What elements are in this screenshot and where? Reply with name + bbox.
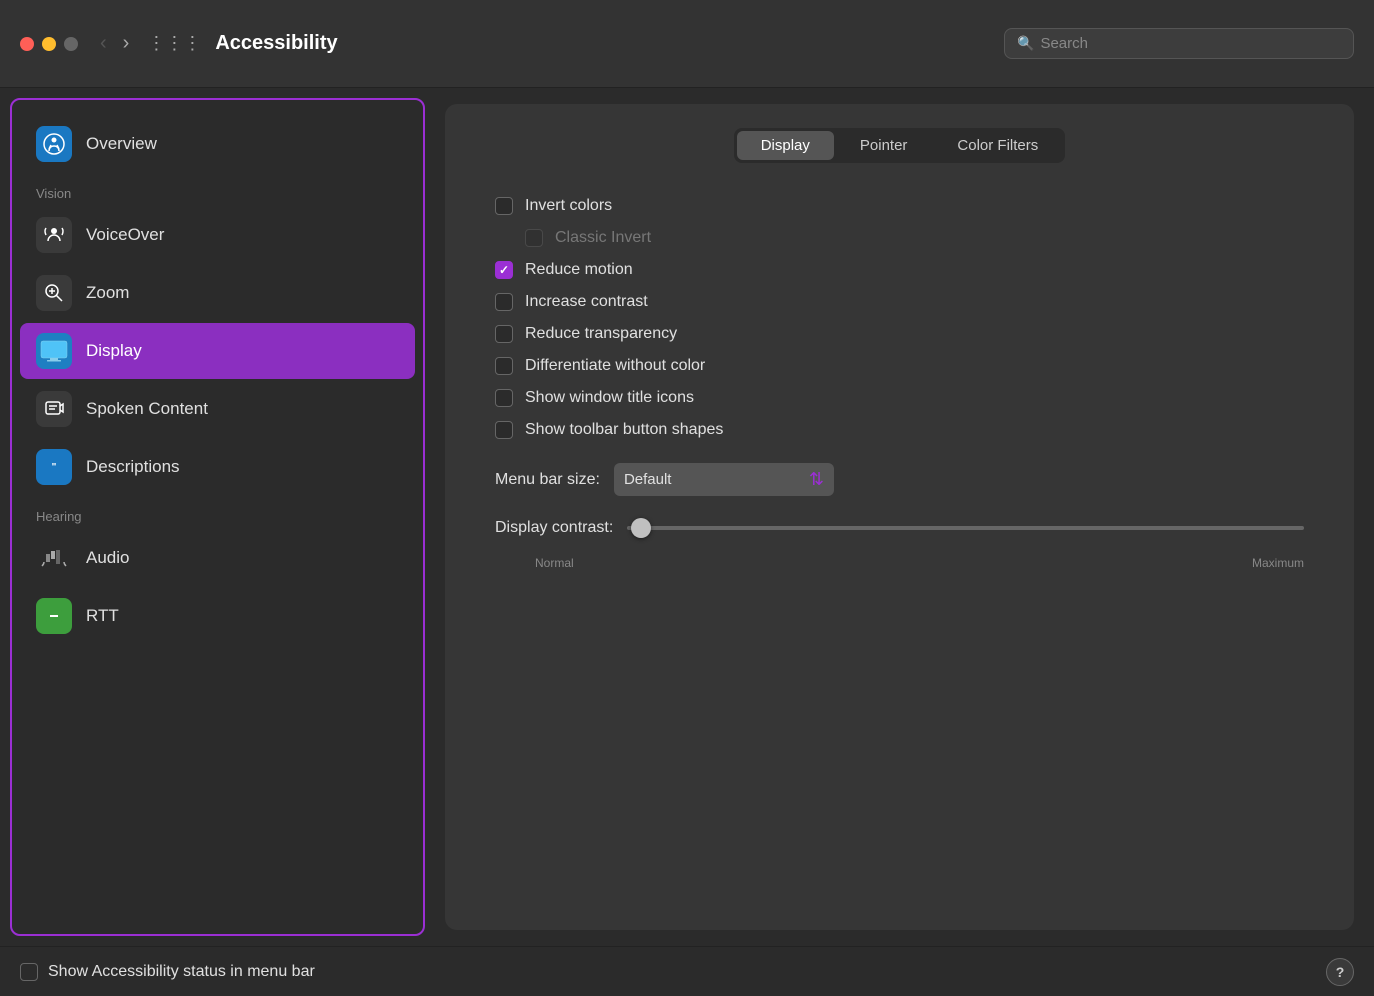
accessibility-status-label: Show Accessibility status in menu bar — [48, 963, 315, 981]
show-toolbar-button-shapes-checkbox[interactable] — [495, 421, 513, 439]
contrast-slider-track — [627, 526, 1304, 530]
contrast-top: Display contrast: — [495, 518, 1304, 538]
sidebar-descriptions-label: Descriptions — [86, 457, 180, 477]
main-content: Overview Vision VoiceOver — [0, 88, 1374, 946]
grid-icon[interactable]: ⋮⋮⋮ — [147, 33, 201, 54]
panel-card: Display Pointer Color Filters Invert col… — [445, 104, 1354, 930]
sidebar-rtt-label: RTT — [86, 606, 119, 626]
sidebar-item-zoom[interactable]: Zoom — [20, 265, 415, 321]
differentiate-without-color-label: Differentiate without color — [525, 357, 705, 375]
show-window-title-icons-row: Show window title icons — [495, 385, 1304, 411]
bottom-checkbox-row: Show Accessibility status in menu bar — [20, 963, 315, 981]
sidebar-item-spoken-content[interactable]: Spoken Content — [20, 381, 415, 437]
traffic-lights — [20, 37, 78, 51]
sidebar-zoom-label: Zoom — [86, 283, 129, 303]
show-window-title-icons-checkbox[interactable] — [495, 389, 513, 407]
slider-label-maximum: Maximum — [1252, 556, 1304, 570]
sidebar-item-rtt[interactable]: RTT — [20, 588, 415, 644]
slider-labels: Normal Maximum — [495, 556, 1304, 570]
menubar-size-row: Menu bar size: Default ⇅ — [475, 463, 1324, 496]
show-window-title-icons-label: Show window title icons — [525, 389, 694, 407]
audio-icon — [36, 540, 72, 576]
vision-section-label: Vision — [12, 174, 423, 205]
descriptions-icon: " — [36, 449, 72, 485]
classic-invert-checkbox[interactable] — [525, 229, 543, 247]
overview-icon — [36, 126, 72, 162]
back-button[interactable]: ‹ — [94, 28, 113, 59]
tab-bar: Display Pointer Color Filters — [475, 128, 1324, 163]
stepper-icon: ⇅ — [809, 469, 824, 490]
menubar-size-select[interactable]: Default ⇅ — [614, 463, 834, 496]
sidebar-item-voiceover[interactable]: VoiceOver — [20, 207, 415, 263]
classic-invert-row: Classic Invert — [495, 225, 1304, 251]
increase-contrast-checkbox[interactable] — [495, 293, 513, 311]
reduce-transparency-row: Reduce transparency — [495, 321, 1304, 347]
zoom-icon — [36, 275, 72, 311]
help-button[interactable]: ? — [1326, 958, 1354, 986]
invert-colors-label: Invert colors — [525, 197, 612, 215]
contrast-label: Display contrast: — [495, 519, 613, 537]
differentiate-without-color-checkbox[interactable] — [495, 357, 513, 375]
tab-display[interactable]: Display — [737, 131, 834, 160]
increase-contrast-label: Increase contrast — [525, 293, 648, 311]
menubar-size-label: Menu bar size: — [495, 471, 600, 489]
nav-buttons: ‹ › — [94, 28, 135, 59]
close-button[interactable] — [20, 37, 34, 51]
sidebar: Overview Vision VoiceOver — [10, 98, 425, 936]
reduce-motion-label: Reduce motion — [525, 261, 633, 279]
slider-label-normal: Normal — [535, 556, 574, 570]
differentiate-without-color-row: Differentiate without color — [495, 353, 1304, 379]
classic-invert-label: Classic Invert — [555, 229, 651, 247]
search-box[interactable]: 🔍 — [1004, 28, 1354, 59]
settings-list: Invert colors Classic Invert Reduce moti… — [475, 193, 1324, 443]
spoken-content-icon — [36, 391, 72, 427]
increase-contrast-row: Increase contrast — [495, 289, 1304, 315]
svg-text:": " — [52, 462, 57, 473]
display-icon — [36, 333, 72, 369]
voiceover-icon — [36, 217, 72, 253]
fullscreen-button[interactable] — [64, 37, 78, 51]
sidebar-item-overview[interactable]: Overview — [20, 116, 415, 172]
bottom-bar: Show Accessibility status in menu bar ? — [0, 946, 1374, 996]
sidebar-item-display[interactable]: Display — [20, 323, 415, 379]
reduce-motion-checkbox[interactable] — [495, 261, 513, 279]
rtt-icon — [36, 598, 72, 634]
show-toolbar-button-shapes-label: Show toolbar button shapes — [525, 421, 723, 439]
sidebar-item-descriptions[interactable]: " Descriptions — [20, 439, 415, 495]
sidebar-item-audio[interactable]: Audio — [20, 530, 415, 586]
contrast-row: Display contrast: Normal Maximum — [475, 518, 1324, 570]
sidebar-overview-label: Overview — [86, 134, 157, 154]
tab-color-filters[interactable]: Color Filters — [933, 131, 1062, 160]
menubar-size-value: Default — [624, 471, 672, 488]
contrast-slider-thumb[interactable] — [631, 518, 651, 538]
tab-group: Display Pointer Color Filters — [734, 128, 1066, 163]
reduce-transparency-checkbox[interactable] — [495, 325, 513, 343]
sidebar-spoken-content-label: Spoken Content — [86, 399, 208, 419]
sidebar-audio-label: Audio — [86, 548, 129, 568]
titlebar: ‹ › ⋮⋮⋮ Accessibility 🔍 — [0, 0, 1374, 88]
right-panel: Display Pointer Color Filters Invert col… — [425, 88, 1374, 946]
forward-button[interactable]: › — [117, 28, 136, 59]
reduce-transparency-label: Reduce transparency — [525, 325, 677, 343]
invert-colors-row: Invert colors — [495, 193, 1304, 219]
minimize-button[interactable] — [42, 37, 56, 51]
reduce-motion-row: Reduce motion — [495, 257, 1304, 283]
invert-colors-checkbox[interactable] — [495, 197, 513, 215]
tab-pointer[interactable]: Pointer — [836, 131, 932, 160]
search-input[interactable] — [1040, 35, 1341, 52]
hearing-section-label: Hearing — [12, 497, 423, 528]
sidebar-display-label: Display — [86, 341, 142, 361]
show-toolbar-button-shapes-row: Show toolbar button shapes — [495, 417, 1304, 443]
sidebar-voiceover-label: VoiceOver — [86, 225, 164, 245]
accessibility-status-checkbox[interactable] — [20, 963, 38, 981]
search-icon: 🔍 — [1017, 35, 1034, 52]
contrast-slider-container — [627, 518, 1304, 538]
page-title: Accessibility — [215, 32, 1004, 55]
